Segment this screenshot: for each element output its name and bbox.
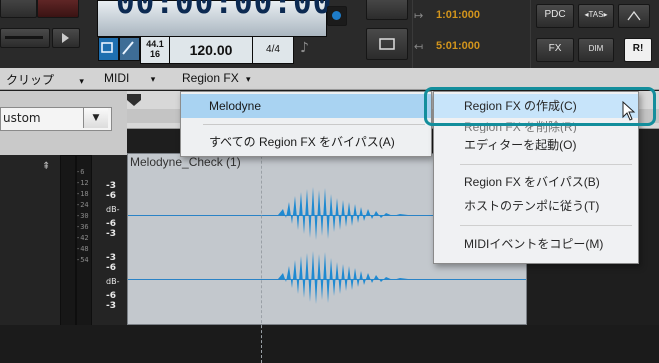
record-mode-button[interactable] xyxy=(0,0,37,18)
time-counter-value: 00:00:00:00 xyxy=(116,0,333,21)
menu-item-bypass-all-label: すべての Region FX をバイパス(A) xyxy=(209,135,395,149)
scale-tick: -18 xyxy=(76,190,89,198)
metronome-icon[interactable]: ♪ xyxy=(300,40,309,56)
menu-item-bypass-region-fx-label: Region FX をバイパス(B) xyxy=(464,175,600,189)
loop-icon[interactable] xyxy=(98,37,119,61)
db-tick: dB- xyxy=(106,205,120,214)
melodyne-context-menu: Region FX の作成(C) Region FX を削除(R) エディターを… xyxy=(433,91,639,264)
menu-midi[interactable]: MIDI ▾ xyxy=(104,71,155,85)
db-tick: dB- xyxy=(106,277,120,286)
meter-scale: -6 -12 -18 -24 -30 -36 -42 -48 -54 xyxy=(76,167,89,266)
track-meter-area: ⇞ -6 -12 -18 -24 -30 -36 -42 -48 -54 -3 … xyxy=(0,155,127,327)
tempo-display[interactable]: 120.00 xyxy=(169,36,253,64)
menu-item-launch-editor[interactable]: エディターを起動(O) xyxy=(434,133,638,157)
db-tick: -6 xyxy=(106,191,116,201)
scale-tick: -48 xyxy=(76,245,89,253)
transport-bar: 00:00:00:00 44.1 16 120.00 4/4 ♪ ↦ ↤ 1:0… xyxy=(0,0,659,68)
preset-value: ustom xyxy=(3,111,41,125)
dim-button[interactable]: DIM xyxy=(578,38,614,62)
menu-item-copy-midi-label: MIDIイベントをコピー(M) xyxy=(464,237,604,251)
fx-button[interactable]: FX xyxy=(536,38,574,62)
menu-item-delete-region-fx-label: Region FX を削除(R) xyxy=(464,120,577,133)
loop-start-icon: ↦ xyxy=(414,9,424,22)
loop-end-time[interactable]: 5:01:000 xyxy=(436,40,480,52)
meter-mode-icon[interactable] xyxy=(618,4,650,28)
scale-tick: -42 xyxy=(76,234,89,242)
collapse-icon[interactable]: ⇞ xyxy=(42,161,50,172)
menu-divider xyxy=(460,164,632,165)
region-fx-menu: Melodyne すべての Region FX をバイパス(A) xyxy=(180,91,432,157)
empty-track-area xyxy=(0,325,659,363)
loop-end-icon: ↤ xyxy=(414,40,424,53)
menu-divider xyxy=(203,124,425,125)
punch-icon[interactable] xyxy=(119,37,140,61)
menu-item-melodyne[interactable]: Melodyne xyxy=(181,94,431,118)
tas-label: TAS xyxy=(588,10,604,19)
menu-clip[interactable]: クリップ ▾ xyxy=(6,71,84,88)
db-tick: -6 xyxy=(106,263,116,273)
sample-rate-bottom: 16 xyxy=(149,49,160,59)
preset-dropdown[interactable]: ustom ▼ xyxy=(0,107,112,131)
menu-clip-label: クリップ xyxy=(6,73,55,87)
menu-region-fx-label: Region FX xyxy=(182,71,239,85)
track-header: ustom ▼ xyxy=(0,91,127,155)
db-tick: -3 xyxy=(106,181,116,191)
menu-item-delete-region-fx[interactable]: Region FX を削除(R) xyxy=(434,117,638,133)
scale-tick: -54 xyxy=(76,256,89,264)
tas-button[interactable]: ◂TAS▸ xyxy=(578,4,614,28)
menu-divider xyxy=(460,225,632,226)
chevron-down-icon: ▾ xyxy=(150,74,156,84)
now-marker-icon[interactable] xyxy=(127,91,141,106)
scale-tick: -6 xyxy=(76,168,85,176)
menu-item-create-region-fx[interactable]: Region FX の作成(C) xyxy=(434,94,638,118)
meter-display[interactable]: 4/4 xyxy=(252,36,294,64)
db-tick: -3 xyxy=(106,301,116,311)
db-tick: -6 xyxy=(106,291,116,301)
db-scale-bottom: -3 -6 dB- -6 -3 xyxy=(106,253,119,311)
scale-tick: -36 xyxy=(76,223,89,231)
menu-item-follow-host-tempo[interactable]: ホストのテンポに従う(T) xyxy=(434,194,638,218)
reset-button[interactable]: R! xyxy=(624,38,652,62)
pdc-button[interactable]: PDC xyxy=(536,4,574,28)
chevron-down-icon[interactable]: ▼ xyxy=(83,108,108,128)
menu-item-launch-editor-label: エディターを起動(O) xyxy=(464,138,577,152)
menu-item-create-region-fx-label: Region FX の作成(C) xyxy=(464,99,577,113)
record-button[interactable] xyxy=(37,0,79,18)
menu-item-bypass-region-fx[interactable]: Region FX をバイパス(B) xyxy=(434,170,638,194)
loop-start-time[interactable]: 1:01:000 xyxy=(436,9,480,21)
mouse-cursor-icon xyxy=(622,101,636,121)
record-arm-button[interactable] xyxy=(327,6,347,26)
menu-item-melodyne-label: Melodyne xyxy=(209,99,262,113)
menu-region-fx[interactable]: Region FX ▾ xyxy=(182,71,251,85)
menu-midi-label: MIDI xyxy=(104,71,130,85)
menu-item-bypass-all[interactable]: すべての Region FX をバイパス(A) xyxy=(181,130,431,154)
waveform-bottom xyxy=(278,251,408,304)
menu-bar: クリップ ▾ MIDI ▾ Region FX ▾ xyxy=(0,68,659,90)
db-tick: -3 xyxy=(106,253,116,263)
loop-toggle-button[interactable] xyxy=(366,28,408,60)
sample-rate-top: 44.1 xyxy=(146,39,164,49)
meter-bar-left xyxy=(60,155,76,327)
chevron-down-icon: ▾ xyxy=(79,76,84,86)
scale-tick: -30 xyxy=(76,212,89,220)
rewind-slider[interactable] xyxy=(0,28,50,48)
scale-tick: -12 xyxy=(76,179,89,187)
db-tick: -3 xyxy=(106,229,116,239)
sample-rate-display: 44.1 16 xyxy=(140,36,170,64)
waveform-top xyxy=(278,187,408,240)
scale-tick: -24 xyxy=(76,201,89,209)
play-button[interactable] xyxy=(52,28,80,48)
chevron-down-icon: ▾ xyxy=(246,74,251,84)
menu-item-follow-host-tempo-label: ホストのテンポに従う(T) xyxy=(464,199,600,213)
menu-item-copy-midi[interactable]: MIDIイベントをコピー(M) xyxy=(434,232,638,256)
db-tick: -6 xyxy=(106,219,116,229)
time-counter[interactable]: 00:00:00:00 xyxy=(97,0,331,37)
db-scale-top: -3 -6 dB- -6 -3 xyxy=(106,181,119,239)
snap-button[interactable] xyxy=(366,0,408,20)
